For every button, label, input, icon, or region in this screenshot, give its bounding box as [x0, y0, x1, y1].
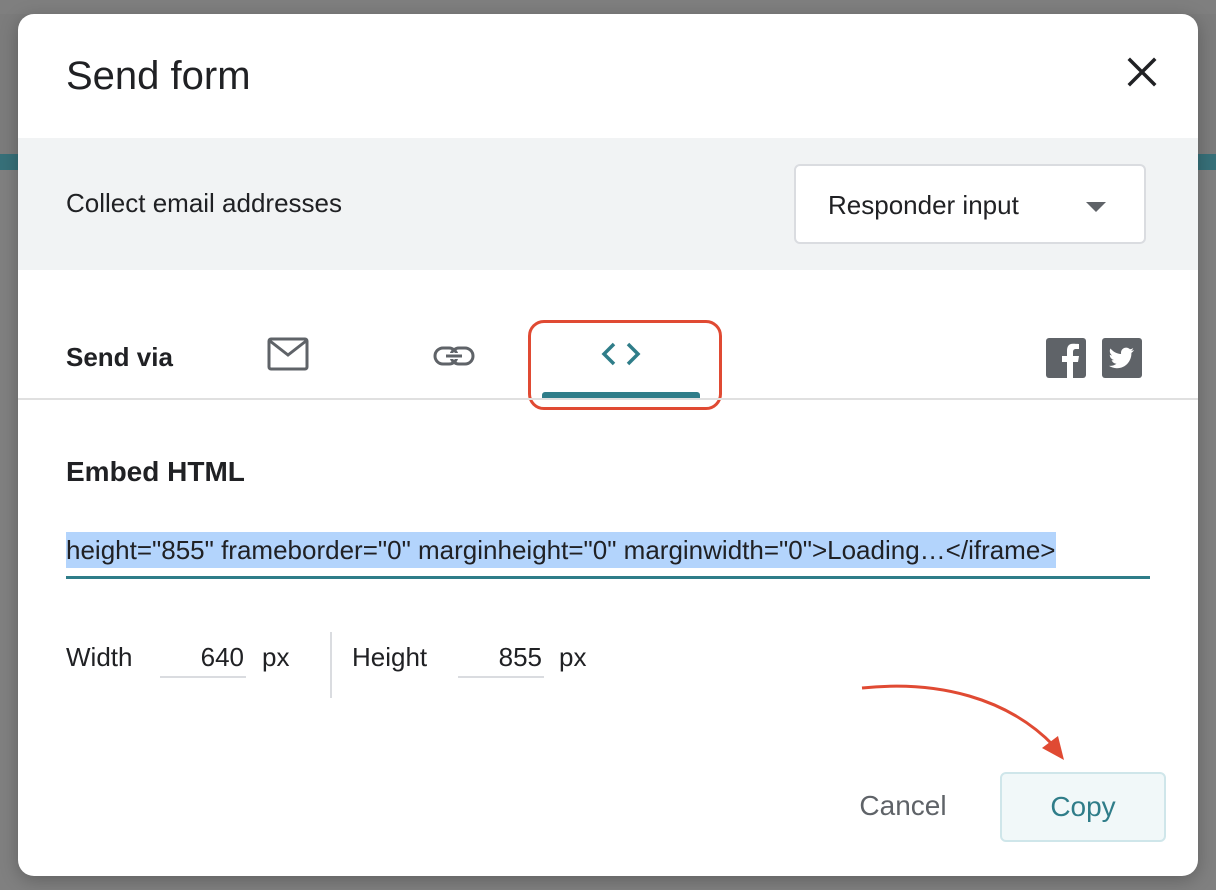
link-icon	[433, 346, 475, 366]
height-input[interactable]: 855	[458, 642, 544, 678]
dropdown-caret-icon	[1086, 202, 1106, 212]
copy-button[interactable]: Copy	[1000, 772, 1166, 842]
tab-link[interactable]	[432, 340, 476, 372]
cancel-button[interactable]: Cancel	[840, 776, 966, 836]
embed-code-icon	[601, 342, 641, 366]
tab-email[interactable]	[266, 336, 310, 372]
height-unit: px	[559, 642, 587, 672]
width-input[interactable]: 640	[160, 642, 246, 678]
email-icon	[267, 337, 309, 371]
embed-html-code: height="855" frameborder="0" marginheigh…	[66, 532, 1056, 568]
annotation-arrow	[861, 684, 1064, 760]
close-icon[interactable]	[1124, 54, 1160, 90]
send-via-label: Send via	[66, 342, 173, 372]
background-top	[0, 0, 1216, 14]
twitter-icon[interactable]	[1102, 338, 1142, 378]
collect-email-select[interactable]: Responder input	[794, 164, 1146, 244]
width-unit: px	[262, 642, 290, 672]
dimension-separator	[330, 632, 332, 698]
tab-divider	[18, 398, 1198, 400]
collect-email-section: Collect email addresses Responder input	[18, 138, 1198, 270]
collect-email-label: Collect email addresses	[66, 188, 343, 218]
height-label: Height	[352, 642, 428, 672]
facebook-icon[interactable]	[1046, 338, 1086, 378]
send-form-dialog: Send form Collect email addresses Respon…	[18, 14, 1198, 876]
collect-email-select-value: Responder input	[828, 190, 1019, 220]
dialog-title: Send form	[66, 54, 251, 98]
embed-html-heading: Embed HTML	[66, 456, 245, 487]
tab-embed-html[interactable]	[598, 334, 644, 374]
width-label: Width	[66, 642, 133, 672]
embed-html-field[interactable]: height="855" frameborder="0" marginheigh…	[66, 532, 1150, 579]
